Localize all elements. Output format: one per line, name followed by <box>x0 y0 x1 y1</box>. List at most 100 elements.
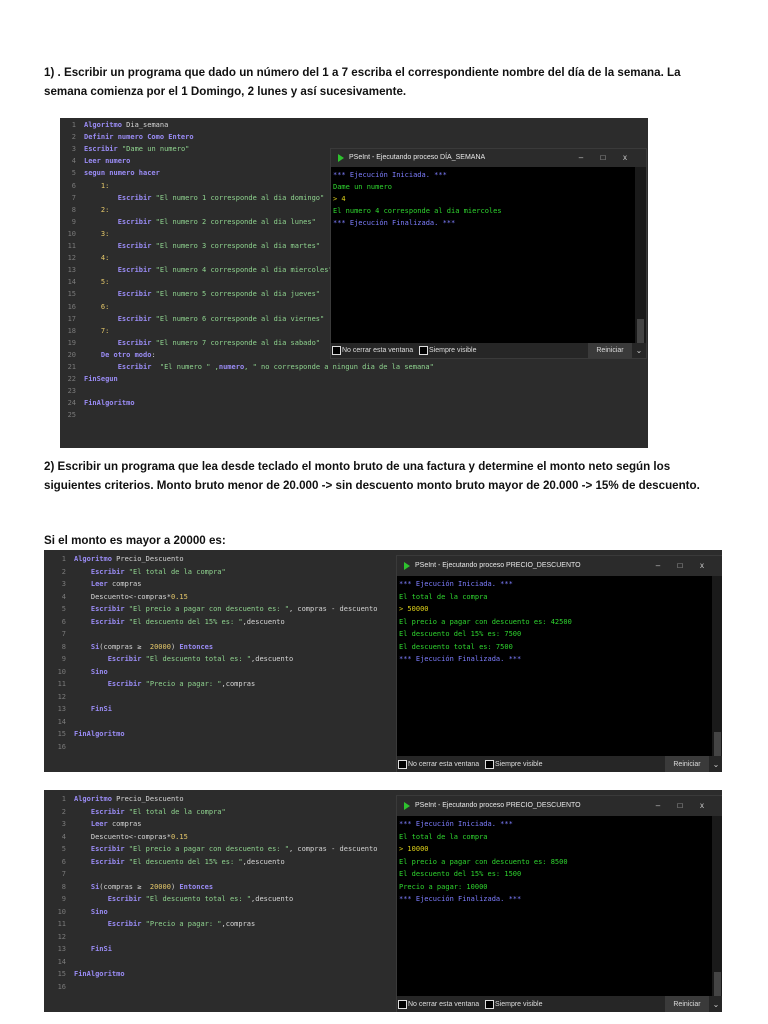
maximize-button[interactable]: □ <box>596 149 610 167</box>
line-number: 13 <box>67 266 76 275</box>
code-token: 7: <box>100 326 110 335</box>
code-token: "El precio a pagar con descuento es: " <box>128 605 289 613</box>
code-token: Escribir <box>107 895 146 903</box>
no-cerrar-checkbox[interactable] <box>332 346 341 355</box>
code-token: 20000 <box>149 882 171 891</box>
console-output-line: El total de la compra <box>399 832 488 841</box>
console-window: PSeInt - Ejecutando proceso PRECIO_DESCU… <box>396 795 722 1012</box>
line-number: 22 <box>67 375 76 384</box>
line-number: 15 <box>57 730 66 738</box>
code-token: 5: <box>100 278 110 287</box>
code-token: Escribir <box>117 242 156 250</box>
line-number: 4 <box>61 592 66 601</box>
code-token: Precio_Descuento <box>116 795 184 803</box>
code-token: "Precio a pagar: " <box>145 680 222 688</box>
console-output-line: > 50000 <box>399 605 429 613</box>
maximize-button[interactable]: □ <box>673 556 687 576</box>
console-output-line: El total de la compra <box>399 592 488 601</box>
code-token: Sino <box>90 667 108 676</box>
no-cerrar-checkbox[interactable] <box>398 760 407 769</box>
line-number: 14 <box>67 278 76 287</box>
console-bottom-bar: No cerrar esta ventana Siempre visible Rei… <box>397 996 722 1012</box>
console-output-line: El numero 4 corresponde al dia miercoles <box>333 207 502 215</box>
code-token: ,compras <box>221 680 256 688</box>
siempre-visible-checkbox[interactable] <box>419 346 428 355</box>
reiniciar-button[interactable]: Reiniciar <box>665 756 709 772</box>
code-line: FinSi <box>74 945 112 953</box>
chevron-down-icon[interactable]: ⌄ <box>709 756 722 772</box>
code-token: Escribir <box>90 857 129 866</box>
code-line: Escribir "El numero 4 corresponde al dia… <box>84 266 333 274</box>
console-title: PSeInt - Ejecutando proceso DÍA_SEMANA <box>349 154 486 161</box>
line-number: 5 <box>61 845 66 853</box>
code-line: Escribir "El descuento total es: ",descu… <box>74 895 293 903</box>
chevron-down-icon[interactable]: ⌄ <box>632 343 646 358</box>
console-output-line: El descuento del 15% es: 1500 <box>399 870 522 878</box>
no-cerrar-checkbox[interactable] <box>398 1000 407 1009</box>
code-token: , compras - descuento <box>288 845 378 853</box>
minimize-button[interactable]: – <box>574 149 588 167</box>
line-number: 6 <box>61 857 66 866</box>
minimize-button[interactable]: – <box>651 556 665 576</box>
code-token: compras <box>111 580 142 588</box>
code-line: 7: <box>84 327 109 335</box>
code-token: Escribir <box>117 217 156 226</box>
console-scrollbar[interactable] <box>712 576 722 756</box>
line-number: 21 <box>67 363 76 371</box>
minimize-button[interactable]: – <box>651 796 665 816</box>
close-button[interactable]: x <box>695 556 709 576</box>
code-token: Sino <box>90 907 108 916</box>
code-token: Algoritmo <box>74 555 117 563</box>
no-cerrar-label: No cerrar esta ventana <box>408 761 480 768</box>
line-number: 3 <box>71 145 76 154</box>
maximize-button[interactable]: □ <box>673 796 687 816</box>
code-line: Escribir "Dame un numero" <box>84 145 189 153</box>
console-window: PSeInt - Ejecutando proceso PRECIO_DESCU… <box>396 555 722 772</box>
console-title-bar[interactable]: PSeInt - Ejecutando proceso PRECIO_DESCU… <box>397 556 722 576</box>
line-number: 10 <box>57 907 66 916</box>
close-button[interactable]: x <box>618 149 632 167</box>
console-title: PSeInt - Ejecutando proceso PRECIO_DESCU… <box>415 802 581 809</box>
code-token: 6: <box>100 302 110 311</box>
code-line: Escribir "El total de la compra" <box>74 808 226 816</box>
line-number: 24 <box>67 399 76 408</box>
code-line: Algoritmo Dia_semana <box>84 121 168 129</box>
code-token: Dia_semana <box>126 121 169 129</box>
code-token: "Dame un numero" <box>121 145 190 154</box>
code-line: Descuento<-compras*0.15 <box>74 593 188 601</box>
code-line: Leer compras <box>74 820 142 828</box>
console-scrollbar[interactable] <box>635 167 646 343</box>
line-number: 15 <box>57 970 66 978</box>
console-title-bar[interactable]: PSeInt - Ejecutando proceso PRECIO_DESCU… <box>397 796 722 816</box>
reiniciar-button[interactable]: Reiniciar <box>588 343 632 358</box>
chevron-down-icon[interactable]: ⌄ <box>709 996 722 1012</box>
code-token: Escribir <box>90 605 129 613</box>
code-token: Escribir <box>90 567 129 576</box>
code-line: Descuento<-compras*0.15 <box>74 833 188 841</box>
line-number: 1 <box>61 555 66 563</box>
code-line: Si(compras ≥ 20000) Entonces <box>74 643 213 651</box>
scrollbar-thumb[interactable] <box>714 732 721 756</box>
siempre-visible-checkbox[interactable] <box>485 1000 494 1009</box>
code-token: Precio_Descuento <box>116 555 184 563</box>
console-title-bar[interactable]: PSeInt - Ejecutando proceso DÍA_SEMANA – □… <box>331 149 646 167</box>
siempre-visible-checkbox[interactable] <box>485 760 494 769</box>
line-number: 10 <box>67 229 76 238</box>
console-output-line: El descuento total es: 7500 <box>399 642 513 651</box>
scrollbar-thumb[interactable] <box>637 319 644 343</box>
code-token: "El total de la compra" <box>128 567 226 576</box>
console-scrollbar[interactable] <box>712 816 722 996</box>
reiniciar-button[interactable]: Reiniciar <box>665 996 709 1012</box>
scrollbar-thumb[interactable] <box>714 972 721 996</box>
close-button[interactable]: x <box>695 796 709 816</box>
code-line: Sino <box>74 908 108 916</box>
